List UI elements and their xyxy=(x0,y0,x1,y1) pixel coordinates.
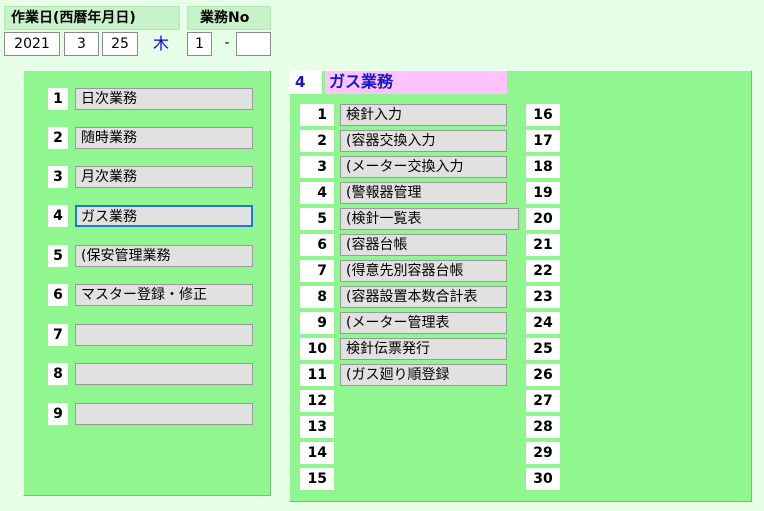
submenu-number-11: 11 xyxy=(300,364,334,386)
main-menu-button-7[interactable] xyxy=(75,324,253,346)
submenu-number-21: 21 xyxy=(526,234,560,256)
submenu-number-8: 8 xyxy=(300,286,334,308)
submenu-number-2: 2 xyxy=(300,130,334,152)
main-menu-number-9: 9 xyxy=(48,403,68,425)
submenu-button-10[interactable]: 検針伝票発行 xyxy=(340,338,507,360)
year-field[interactable]: 2021 xyxy=(4,32,60,56)
submenu-number-23: 23 xyxy=(526,286,560,308)
submenu-title-number: 4 xyxy=(290,71,322,94)
submenu-number-10: 10 xyxy=(300,338,334,360)
submenu-number-13: 13 xyxy=(300,416,334,438)
submenu-number-19: 19 xyxy=(526,182,560,204)
submenu-number-29: 29 xyxy=(526,442,560,464)
submenu-number-16: 16 xyxy=(526,104,560,126)
business-no-label: 業務No xyxy=(187,6,271,30)
main-menu-number-2: 2 xyxy=(48,127,68,149)
submenu-number-22: 22 xyxy=(526,260,560,282)
submenu-number-1: 1 xyxy=(300,104,334,126)
submenu-number-28: 28 xyxy=(526,416,560,438)
main-menu-number-5: 5 xyxy=(48,245,68,267)
submenu-number-9: 9 xyxy=(300,312,334,334)
main-menu-button-3[interactable]: 月次業務 xyxy=(75,166,253,188)
work-date-label: 作業日(西暦年月日) xyxy=(4,6,180,30)
submenu-number-5: 5 xyxy=(300,208,334,230)
submenu-number-6: 6 xyxy=(300,234,334,256)
submenu-number-12: 12 xyxy=(300,390,334,412)
main-menu-button-5[interactable]: (保安管理業務 xyxy=(75,245,253,267)
submenu-button-1[interactable]: 検針入力 xyxy=(340,104,507,126)
month-field[interactable]: 3 xyxy=(64,32,99,56)
main-menu-button-8[interactable] xyxy=(75,363,253,385)
main-menu-number-6: 6 xyxy=(48,284,68,306)
submenu-number-14: 14 xyxy=(300,442,334,464)
submenu-button-7[interactable]: (得意先別容器台帳 xyxy=(340,260,507,282)
submenu-number-18: 18 xyxy=(526,156,560,178)
main-menu-number-4: 4 xyxy=(48,205,68,227)
submenu-number-4: 4 xyxy=(300,182,334,204)
submenu-button-4[interactable]: (警報器管理 xyxy=(340,182,507,204)
submenu-button-6[interactable]: (容器台帳 xyxy=(340,234,507,256)
submenu-number-3: 3 xyxy=(300,156,334,178)
submenu-number-7: 7 xyxy=(300,260,334,282)
main-menu-button-4[interactable]: ガス業務 xyxy=(75,205,253,227)
submenu-number-15: 15 xyxy=(300,468,334,490)
submenu-number-30: 30 xyxy=(526,468,560,490)
submenu-number-25: 25 xyxy=(526,338,560,360)
weekday-display: 木 xyxy=(152,34,169,53)
day-field[interactable]: 25 xyxy=(102,32,138,56)
no-separator: - xyxy=(224,35,230,51)
main-menu-number-7: 7 xyxy=(48,324,68,346)
submenu-number-20: 20 xyxy=(526,208,560,230)
main-menu-button-2[interactable]: 随時業務 xyxy=(75,127,253,149)
submenu-button-11[interactable]: (ガス廻り順登録 xyxy=(340,364,507,386)
business-no-field[interactable]: 1 xyxy=(187,32,212,56)
main-menu-button-9[interactable] xyxy=(75,403,253,425)
main-menu-number-8: 8 xyxy=(48,363,68,385)
main-menu-button-1[interactable]: 日次業務 xyxy=(75,88,253,110)
main-menu-button-6[interactable]: マスター登録・修正 xyxy=(75,284,253,306)
submenu-button-5[interactable]: (検針一覧表 xyxy=(340,208,519,230)
submenu-button-8[interactable]: (容器設置本数合計表 xyxy=(340,286,507,308)
submenu-number-26: 26 xyxy=(526,364,560,386)
submenu-number-24: 24 xyxy=(526,312,560,334)
main-menu-number-3: 3 xyxy=(48,166,68,188)
business-sub-no-field[interactable] xyxy=(236,32,271,56)
submenu-button-3[interactable]: (メーター交換入力 xyxy=(340,156,507,178)
submenu-number-17: 17 xyxy=(526,130,560,152)
submenu-button-2[interactable]: (容器交換入力 xyxy=(340,130,507,152)
main-menu-number-1: 1 xyxy=(48,88,68,110)
submenu-title: ガス業務 xyxy=(325,71,507,94)
submenu-number-27: 27 xyxy=(526,390,560,412)
submenu-button-9[interactable]: (メーター管理表 xyxy=(340,312,507,334)
